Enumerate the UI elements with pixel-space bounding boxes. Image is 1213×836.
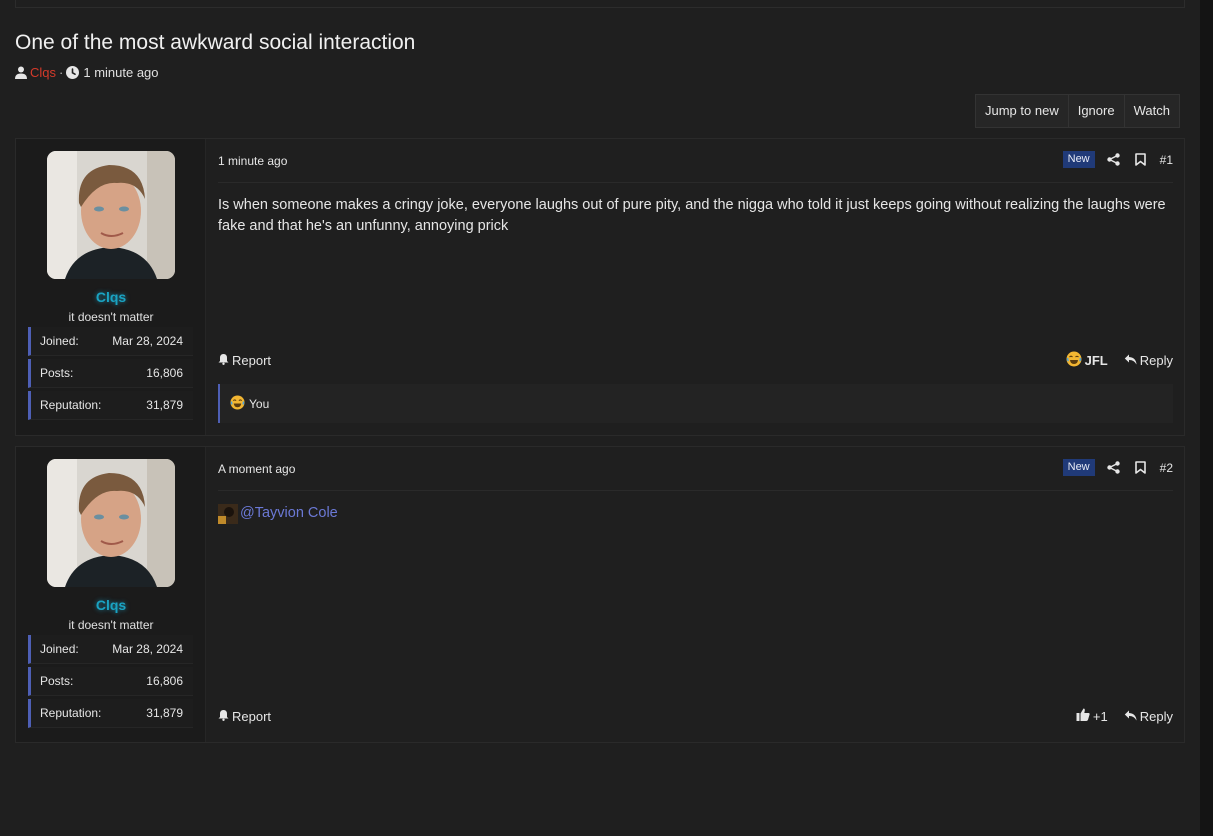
new-badge: New (1062, 459, 1095, 476)
post-header: 1 minute ago New #1 (218, 151, 1173, 183)
stat-value: 31,879 (146, 398, 183, 412)
thread-actions: Jump to new Ignore Watch (975, 94, 1180, 128)
post-user-cell: Clqs it doesn't matter Joined: Mar 28, 2… (16, 139, 206, 435)
stat-label: Reputation: (40, 398, 102, 412)
user-title: it doesn't matter (68, 618, 154, 632)
reply-icon (1124, 709, 1137, 724)
stat-posts: Posts: 16,806 (28, 667, 193, 696)
laughing-emoji-icon (230, 394, 245, 413)
stat-joined: Joined: Mar 28, 2024 (28, 327, 193, 356)
jump-to-new-button[interactable]: Jump to new (976, 95, 1069, 127)
new-badge: New (1062, 151, 1095, 168)
stat-joined: Joined: Mar 28, 2024 (28, 635, 193, 664)
stat-label: Reputation: (40, 706, 102, 720)
post-header: A moment ago New #2 (218, 459, 1173, 491)
post: Clqs it doesn't matter Joined: Mar 28, 2… (15, 446, 1185, 743)
thread-title: One of the most awkward social interacti… (15, 31, 416, 54)
post-date[interactable]: A moment ago (218, 462, 295, 476)
stat-label: Joined: (40, 334, 79, 348)
reply-button[interactable]: Reply (1124, 709, 1173, 724)
thread-meta: Clqs · 1 minute ago (15, 65, 159, 80)
post-body: @Tayvion Cole (218, 503, 1173, 524)
user-icon (15, 66, 27, 79)
username[interactable]: Clqs (16, 289, 206, 305)
thread-author-link[interactable]: Clqs (30, 65, 56, 80)
stat-reputation: Reputation: 31,879 (28, 699, 193, 728)
mention-name: @Tayvion Cole (240, 505, 338, 521)
user-title: it doesn't matter (68, 310, 154, 324)
share-icon[interactable] (1106, 461, 1120, 474)
post-footer: Report +1 Reply (218, 706, 1173, 726)
bookmark-icon[interactable] (1134, 153, 1146, 166)
post-header-actions: New #1 (1062, 151, 1173, 168)
bell-icon (218, 353, 229, 368)
reply-icon (1124, 353, 1137, 368)
post-footer: Report JFL Reply (218, 350, 1173, 370)
watch-button[interactable]: Watch (1125, 95, 1179, 127)
post-body: Is when someone makes a cringy joke, eve… (218, 197, 1166, 234)
avatar[interactable] (47, 459, 175, 587)
stat-value: 31,879 (146, 706, 183, 720)
username[interactable]: Clqs (16, 597, 206, 613)
scrollbar-track[interactable] (1200, 0, 1213, 836)
mention-avatar (218, 503, 238, 524)
report-link[interactable]: Report (218, 709, 271, 724)
share-icon[interactable] (1106, 153, 1120, 166)
like-count: +1 (1092, 708, 1108, 724)
reply-label: Reply (1139, 352, 1173, 368)
reactions-by: You (249, 396, 270, 411)
reactions-bar[interactable]: You (218, 384, 1173, 423)
post: Clqs it doesn't matter Joined: Mar 28, 2… (15, 138, 1185, 436)
reaction-label: JFL (1084, 352, 1108, 368)
report-link[interactable]: Report (218, 353, 271, 368)
avatar[interactable] (47, 151, 175, 279)
user-mention[interactable]: @Tayvion Cole (218, 503, 1173, 524)
report-label: Report (232, 352, 272, 368)
ignore-button[interactable]: Ignore (1069, 95, 1125, 127)
stat-reputation: Reputation: 31,879 (28, 391, 193, 420)
stat-label: Posts: (40, 366, 74, 380)
thread-time: 1 minute ago (83, 65, 159, 80)
like-button[interactable]: +1 (1076, 708, 1108, 724)
stat-posts: Posts: 16,806 (28, 359, 193, 388)
meta-separator: · (59, 65, 64, 80)
post-header-actions: New #2 (1062, 459, 1173, 476)
thumbs-up-icon (1076, 708, 1090, 724)
laughing-emoji-icon (1066, 351, 1082, 370)
stat-label: Posts: (40, 674, 74, 688)
stat-value: Mar 28, 2024 (112, 642, 183, 656)
bell-icon (218, 709, 229, 724)
previous-block-edge (15, 0, 1185, 8)
reaction-button[interactable]: JFL (1066, 351, 1108, 370)
stat-label: Joined: (40, 642, 79, 656)
post-number[interactable]: #2 (1160, 461, 1173, 475)
post-user-cell: Clqs it doesn't matter Joined: Mar 28, 2… (16, 447, 206, 742)
clock-icon (66, 66, 80, 79)
stat-value: 16,806 (146, 674, 183, 688)
stat-value: Mar 28, 2024 (112, 334, 183, 348)
post-number[interactable]: #1 (1160, 153, 1173, 167)
stat-value: 16,806 (146, 366, 183, 380)
reply-button[interactable]: Reply (1124, 353, 1173, 368)
bookmark-icon[interactable] (1134, 461, 1146, 474)
reply-label: Reply (1139, 708, 1173, 724)
post-date[interactable]: 1 minute ago (218, 154, 287, 168)
report-label: Report (232, 708, 272, 724)
